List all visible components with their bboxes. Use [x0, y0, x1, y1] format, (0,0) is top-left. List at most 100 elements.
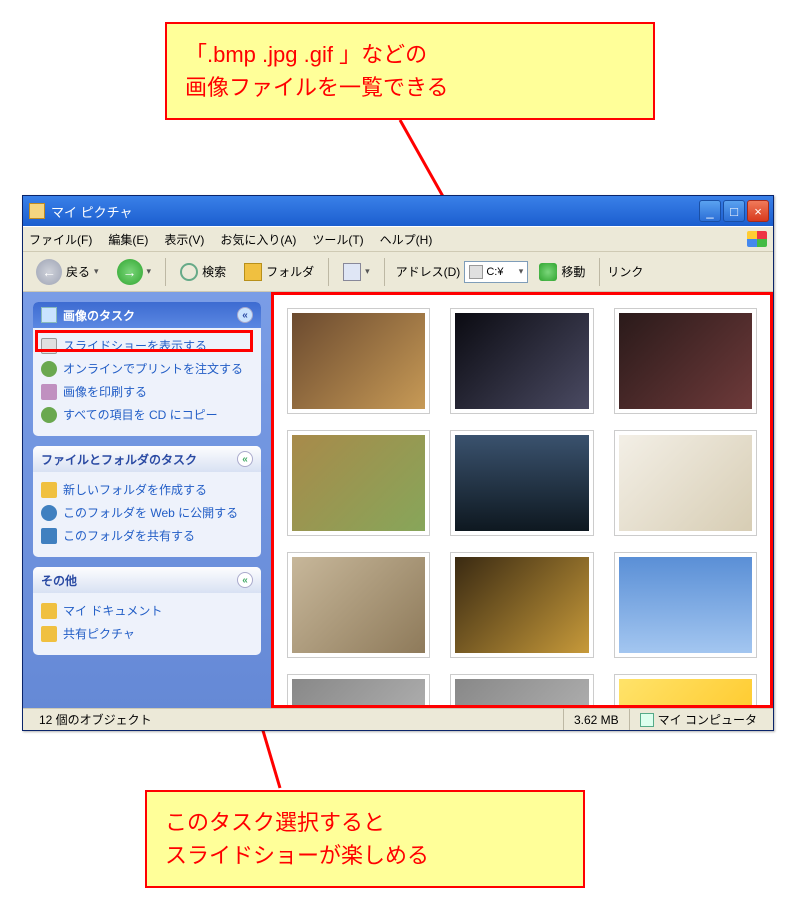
thumbnail-image — [455, 313, 588, 409]
thumbnail-image — [455, 679, 588, 708]
menu-tools[interactable]: ツール(T) — [312, 231, 363, 248]
menu-favorites[interactable]: お気に入り(A) — [220, 231, 296, 248]
link-shared-pictures[interactable]: 共有ピクチャ — [41, 622, 253, 645]
thumbnail-image — [292, 679, 425, 708]
folders-button[interactable]: フォルダ — [237, 257, 321, 287]
thumbnail-image — [619, 679, 752, 708]
chevron-up-icon[interactable]: « — [237, 451, 253, 467]
go-label: 移動 — [561, 263, 585, 280]
cd-icon — [41, 407, 57, 423]
search-button[interactable]: 検索 — [173, 257, 233, 287]
menu-help[interactable]: ヘルプ(H) — [380, 231, 433, 248]
menu-edit[interactable]: 編集(E) — [108, 231, 148, 248]
titlebar[interactable]: マイ ピクチャ _ □ × — [23, 196, 773, 226]
status-size: 3.62 MB — [563, 709, 629, 730]
new-folder-icon — [41, 482, 57, 498]
task-new-folder[interactable]: 新しいフォルダを作成する — [41, 478, 253, 501]
toolbar: ← 戻る ▾ → ▾ 検索 フォルダ ▾ アドレス(D — [23, 252, 773, 292]
forward-arrow-icon: → — [117, 259, 143, 285]
thumbnail[interactable] — [287, 552, 430, 658]
thumbnail[interactable] — [287, 674, 430, 708]
link-my-documents[interactable]: マイ ドキュメント — [41, 599, 253, 622]
thumbnail[interactable] — [450, 430, 593, 536]
back-arrow-icon: ← — [36, 259, 62, 285]
callout-bottom: このタスク選択すると スライドショーが楽しめる — [145, 790, 585, 888]
menubar: ファイル(F) 編集(E) 表示(V) お気に入り(A) ツール(T) ヘルプ(… — [23, 226, 773, 252]
slideshow-icon — [41, 338, 57, 354]
chevron-up-icon[interactable]: « — [237, 572, 253, 588]
panel-title: ファイルとフォルダのタスク — [41, 451, 197, 468]
back-button[interactable]: ← 戻る ▾ — [29, 257, 106, 287]
thumbnail[interactable] — [614, 552, 757, 658]
menu-file[interactable]: ファイル(F) — [29, 231, 92, 248]
task-slideshow[interactable]: スライドショーを表示する — [41, 334, 253, 357]
menu-view[interactable]: 表示(V) — [164, 231, 204, 248]
thumbnail-image — [292, 435, 425, 531]
forward-button[interactable]: → ▾ — [110, 257, 159, 287]
window-title: マイ ピクチャ — [51, 202, 132, 221]
task-copy-cd[interactable]: すべての項目を CD にコピー — [41, 403, 253, 426]
folders-icon — [244, 263, 262, 281]
web-publish-icon — [41, 505, 57, 521]
thumbnail[interactable] — [614, 308, 757, 414]
folders-label: フォルダ — [266, 263, 314, 280]
links-label[interactable]: リンク — [607, 263, 643, 280]
thumbnail-image — [619, 435, 752, 531]
address-label: アドレス(D) — [396, 263, 461, 280]
go-arrow-icon — [539, 263, 557, 281]
task-publish-web[interactable]: このフォルダを Web に公開する — [41, 501, 253, 524]
share-icon — [41, 528, 57, 544]
computer-icon — [640, 713, 654, 727]
status-count: 12 個のオブジェクト — [29, 709, 563, 730]
thumbnail-image — [292, 557, 425, 653]
thumbnail[interactable] — [450, 674, 593, 708]
thumbnail[interactable] — [614, 430, 757, 536]
minimize-button[interactable]: _ — [699, 200, 721, 222]
thumbnail[interactable] — [450, 552, 593, 658]
folder-icon — [41, 626, 57, 642]
maximize-button[interactable]: □ — [723, 200, 745, 222]
thumbnail-grid — [271, 292, 773, 708]
status-location: マイ コンピュータ — [629, 709, 767, 730]
task-print[interactable]: 画像を印刷する — [41, 380, 253, 403]
panel-header-other[interactable]: その他 « — [33, 567, 261, 593]
panel-header-file-folder[interactable]: ファイルとフォルダのタスク « — [33, 446, 261, 472]
thumbnail-image — [292, 313, 425, 409]
tasks-sidebar: 画像のタスク « スライドショーを表示する オンラインでプリントを注文する 画像… — [23, 292, 271, 708]
panel-other: その他 « マイ ドキュメント 共有ピクチャ — [33, 567, 261, 655]
thumbnail[interactable] — [614, 674, 757, 708]
panel-file-folder-tasks: ファイルとフォルダのタスク « 新しいフォルダを作成する このフォルダを Web… — [33, 446, 261, 557]
task-share-folder[interactable]: このフォルダを共有する — [41, 524, 253, 547]
printer-icon — [41, 384, 57, 400]
thumbnail-image — [455, 435, 588, 531]
search-icon — [180, 263, 198, 281]
folder-icon — [41, 603, 57, 619]
thumbnail-image — [455, 557, 588, 653]
panel-image-tasks: 画像のタスク « スライドショーを表示する オンラインでプリントを注文する 画像… — [33, 302, 261, 436]
views-icon — [343, 263, 361, 281]
folder-icon — [29, 203, 45, 219]
windows-logo-icon — [747, 231, 767, 247]
panel-header-image-tasks[interactable]: 画像のタスク « — [33, 302, 261, 328]
go-button[interactable]: 移動 — [532, 257, 592, 287]
globe-icon — [41, 361, 57, 377]
chevron-down-icon: ▾ — [519, 266, 524, 277]
picture-icon — [41, 307, 57, 323]
thumbnail-image — [619, 557, 752, 653]
chevron-up-icon[interactable]: « — [237, 307, 253, 323]
explorer-window: マイ ピクチャ _ □ × ファイル(F) 編集(E) 表示(V) お気に入り(… — [22, 195, 774, 731]
thumbnail[interactable] — [287, 430, 430, 536]
thumbnail[interactable] — [287, 308, 430, 414]
close-button[interactable]: × — [747, 200, 769, 222]
drive-icon — [469, 265, 483, 279]
thumbnail[interactable] — [450, 308, 593, 414]
search-label: 検索 — [202, 263, 226, 280]
address-value: C:¥ — [486, 266, 503, 278]
panel-title: その他 — [41, 572, 77, 589]
statusbar: 12 個のオブジェクト 3.62 MB マイ コンピュータ — [23, 708, 773, 730]
thumbnail-image — [619, 313, 752, 409]
task-order-prints[interactable]: オンラインでプリントを注文する — [41, 357, 253, 380]
views-button[interactable]: ▾ — [336, 257, 377, 287]
back-label: 戻る — [66, 263, 90, 280]
address-combo[interactable]: C:¥ ▾ — [464, 261, 528, 283]
